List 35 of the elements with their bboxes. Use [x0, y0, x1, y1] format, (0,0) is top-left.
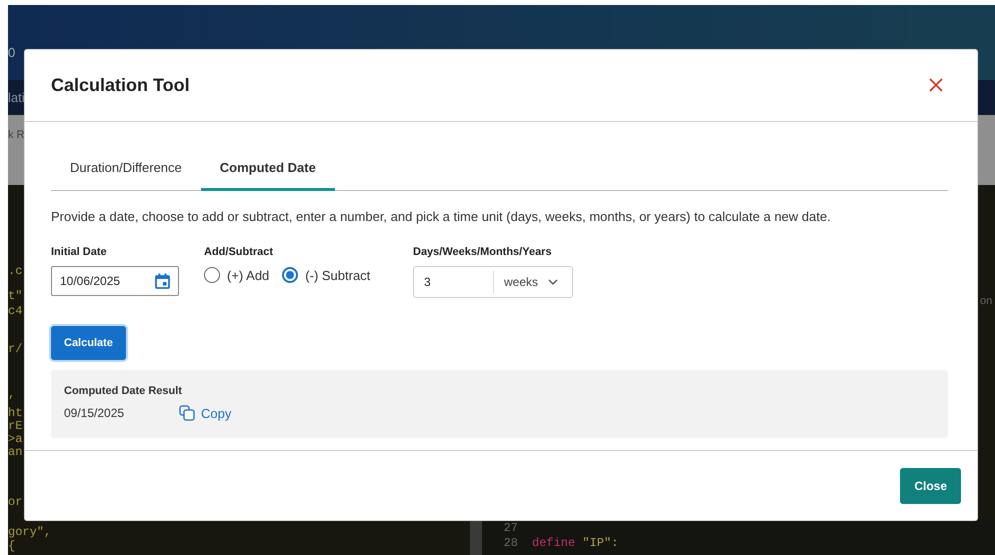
field-label: Initial Date	[51, 245, 108, 260]
result-value: 09/15/2025	[64, 405, 126, 422]
field-label: Add/Subtract	[204, 245, 274, 260]
code-fragment: {	[8, 538, 16, 555]
close-button[interactable]: Close	[900, 468, 961, 504]
copy-link[interactable]: Copy	[179, 404, 232, 423]
code-line: define "IP":	[532, 536, 618, 551]
text-fragment: on	[980, 294, 992, 309]
line-number: 28	[502, 536, 518, 551]
header-text: 0	[8, 45, 16, 60]
code-fragment: t"	[8, 288, 22, 305]
code-fragment: gory",	[8, 524, 52, 540]
code-fragment: ,	[8, 386, 16, 403]
number-field[interactable]: 3	[414, 270, 494, 292]
line-number: 27	[502, 521, 518, 536]
tab[interactable]: Computed Date	[200, 144, 335, 190]
dialog-title: Calculation Tool	[51, 74, 190, 96]
code-fragment: ht	[8, 405, 22, 421]
chevron-down-icon[interactable]	[548, 278, 558, 284]
radio-option[interactable]: (+) Add	[204, 266, 270, 285]
result-label: Computed Date Result	[64, 384, 183, 399]
code-fragment: r/	[8, 341, 22, 358]
calculate-button[interactable]: Calculate	[51, 326, 126, 360]
date-field[interactable]: 10/06/2025	[51, 266, 179, 296]
copy-icon[interactable]	[179, 405, 195, 422]
radio-option[interactable]: (-) Subtract	[282, 266, 370, 285]
description-text: Provide a date, choose to add or subtract, enter a number, and pick a time unit (days, weeks, months, or years) to calculate a new date.	[51, 208, 832, 226]
calendar-icon[interactable]	[155, 272, 170, 288]
code-fragment: .c	[8, 263, 22, 280]
field-label: Days/Weeks/Months/Years	[413, 245, 553, 260]
tab[interactable]: Duration/Difference	[51, 144, 201, 190]
code-fragment: c4	[8, 303, 22, 320]
unit-dropdown[interactable]: weeks	[494, 272, 558, 290]
code-fragment: or	[8, 494, 22, 511]
nav-item[interactable]: lati	[8, 90, 25, 105]
